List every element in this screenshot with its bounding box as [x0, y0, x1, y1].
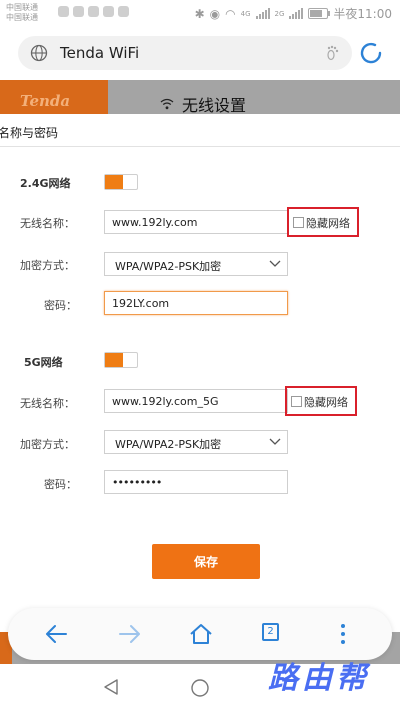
band-24-ssid-input[interactable]: www.192ly.com: [104, 210, 288, 234]
divider: [0, 146, 400, 147]
watermark: 路由帮: [268, 661, 370, 696]
band-5-encryption-value: WPA/WPA2-PSK加密: [115, 438, 222, 451]
band-24-hide-network[interactable]: 隐藏网络: [287, 207, 359, 237]
band-5-ssid-label: 无线名称：: [20, 397, 75, 410]
band-5-password-label: 密码：: [44, 478, 77, 491]
panel-title: 名称与密码: [0, 126, 59, 140]
carrier-1: 中国联通: [6, 3, 38, 12]
eye-icon: ◉: [209, 6, 221, 21]
address-bar[interactable]: Tenda WiFi: [18, 36, 352, 70]
carrier-2: 中国联通: [6, 13, 38, 22]
more-menu-icon[interactable]: [330, 622, 356, 646]
band-5-hide-checkbox[interactable]: [291, 396, 302, 407]
band-5-ssid-input[interactable]: www.192ly.com_5G: [104, 389, 288, 413]
tabs-button[interactable]: 2: [262, 623, 279, 641]
band-24-password-label: 密码：: [44, 299, 77, 312]
band-24-encryption-value: WPA/WPA2-PSK加密: [115, 260, 222, 273]
tenda-logo: Tenda: [0, 80, 108, 114]
wifi-icon: [160, 98, 174, 110]
signal-icon-2: [289, 8, 304, 19]
band-24-ssid-label: 无线名称：: [20, 217, 75, 230]
battery-icon: [308, 8, 331, 19]
band-5-label: 5G网络: [24, 356, 63, 369]
status-bar: 中国联通 中国联通 ✱ ◉ ◠ 4G 2G 半夜11:00: [0, 0, 400, 28]
band-5-encryption-select[interactable]: WPA/WPA2-PSK加密: [104, 430, 288, 454]
chevron-down-icon: [269, 438, 281, 445]
bluetooth-icon: ✱: [194, 6, 205, 21]
router-page-header: Tenda 无线设置: [0, 80, 400, 116]
band-5-encryption-label: 加密方式：: [20, 438, 75, 451]
page-title-text: 无线设置: [182, 96, 247, 115]
nav-back-icon[interactable]: [102, 678, 120, 696]
nav-home-icon[interactable]: [190, 678, 210, 698]
band-24-encryption-select[interactable]: WPA/WPA2-PSK加密: [104, 252, 288, 276]
band-24-hide-label: 隐藏网络: [306, 217, 350, 230]
clock: 半夜11:00: [333, 7, 392, 21]
status-indicators: ✱ ◉ ◠ 4G 2G 半夜11:00: [195, 5, 392, 22]
footprint-icon[interactable]: [324, 44, 342, 62]
band-24-encryption-label: 加密方式：: [20, 259, 75, 272]
url-text: Tenda WiFi: [60, 44, 140, 62]
tenda-logo-text: Tenda: [20, 92, 71, 110]
notification-icon: [73, 6, 84, 17]
band-5-hide-network[interactable]: 隐藏网络: [285, 386, 357, 416]
band-24-toggle[interactable]: [104, 174, 138, 190]
network-type-1: 4G: [240, 9, 251, 18]
chevron-down-icon: [269, 260, 281, 267]
network-type-2: 2G: [274, 9, 285, 18]
globe-icon: [30, 44, 48, 62]
band-24-password-input[interactable]: 192LY.com: [104, 291, 288, 315]
app-icon: [118, 6, 129, 17]
weibo-icon: [103, 6, 114, 17]
wireless-settings-panel: 名称与密码 2.4G网络 无线名称： www.192ly.com 隐藏网络 加密…: [0, 114, 400, 632]
band-5-toggle[interactable]: [104, 352, 138, 368]
band-24-hide-checkbox[interactable]: [293, 217, 304, 228]
band-5-hide-label: 隐藏网络: [304, 396, 348, 409]
band-5-password-input[interactable]: •••••••••: [104, 470, 288, 494]
home-icon[interactable]: [188, 622, 214, 646]
page-title: 无线设置: [160, 92, 246, 116]
save-button[interactable]: 保存: [152, 544, 260, 579]
back-arrow-icon[interactable]: [44, 622, 70, 646]
forward-arrow-icon[interactable]: [116, 622, 142, 646]
carrier-info: 中国联通 中国联通: [6, 3, 38, 23]
notification-icons: [58, 6, 129, 17]
heart-icon: [58, 6, 69, 17]
signal-icon-1: [255, 8, 270, 19]
refresh-icon[interactable]: [358, 40, 384, 66]
band-24-label: 2.4G网络: [20, 177, 71, 190]
wechat-icon: [88, 6, 99, 17]
wifi-icon: ◠: [225, 6, 236, 21]
